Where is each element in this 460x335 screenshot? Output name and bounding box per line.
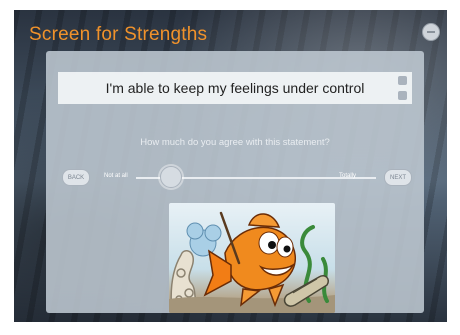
app-window: Screen for Strengths I'm able to keep my… (14, 10, 447, 322)
close-icon[interactable] (422, 23, 440, 41)
statement-text: I'm able to keep my feelings under contr… (105, 80, 365, 96)
arrow-down-icon[interactable] (398, 91, 407, 100)
fish-illustration (169, 203, 335, 313)
scale-max-label: Totally (339, 173, 357, 179)
question-text: How much do you agree with this statemen… (140, 137, 330, 148)
agreement-slider-row: BACK Not at all Totally NEXT (46, 159, 424, 189)
app-title: Screen for Strengths (29, 24, 208, 45)
statement-card: I'm able to keep my feelings under contr… (58, 72, 412, 104)
next-button[interactable]: NEXT (384, 169, 412, 186)
arrow-up-icon[interactable] (398, 76, 407, 85)
question-panel: I'm able to keep my feelings under contr… (46, 51, 424, 313)
slider-thumb[interactable] (159, 166, 182, 188)
back-button[interactable]: BACK (62, 169, 90, 186)
scale-min-label: Not at all (104, 173, 128, 179)
